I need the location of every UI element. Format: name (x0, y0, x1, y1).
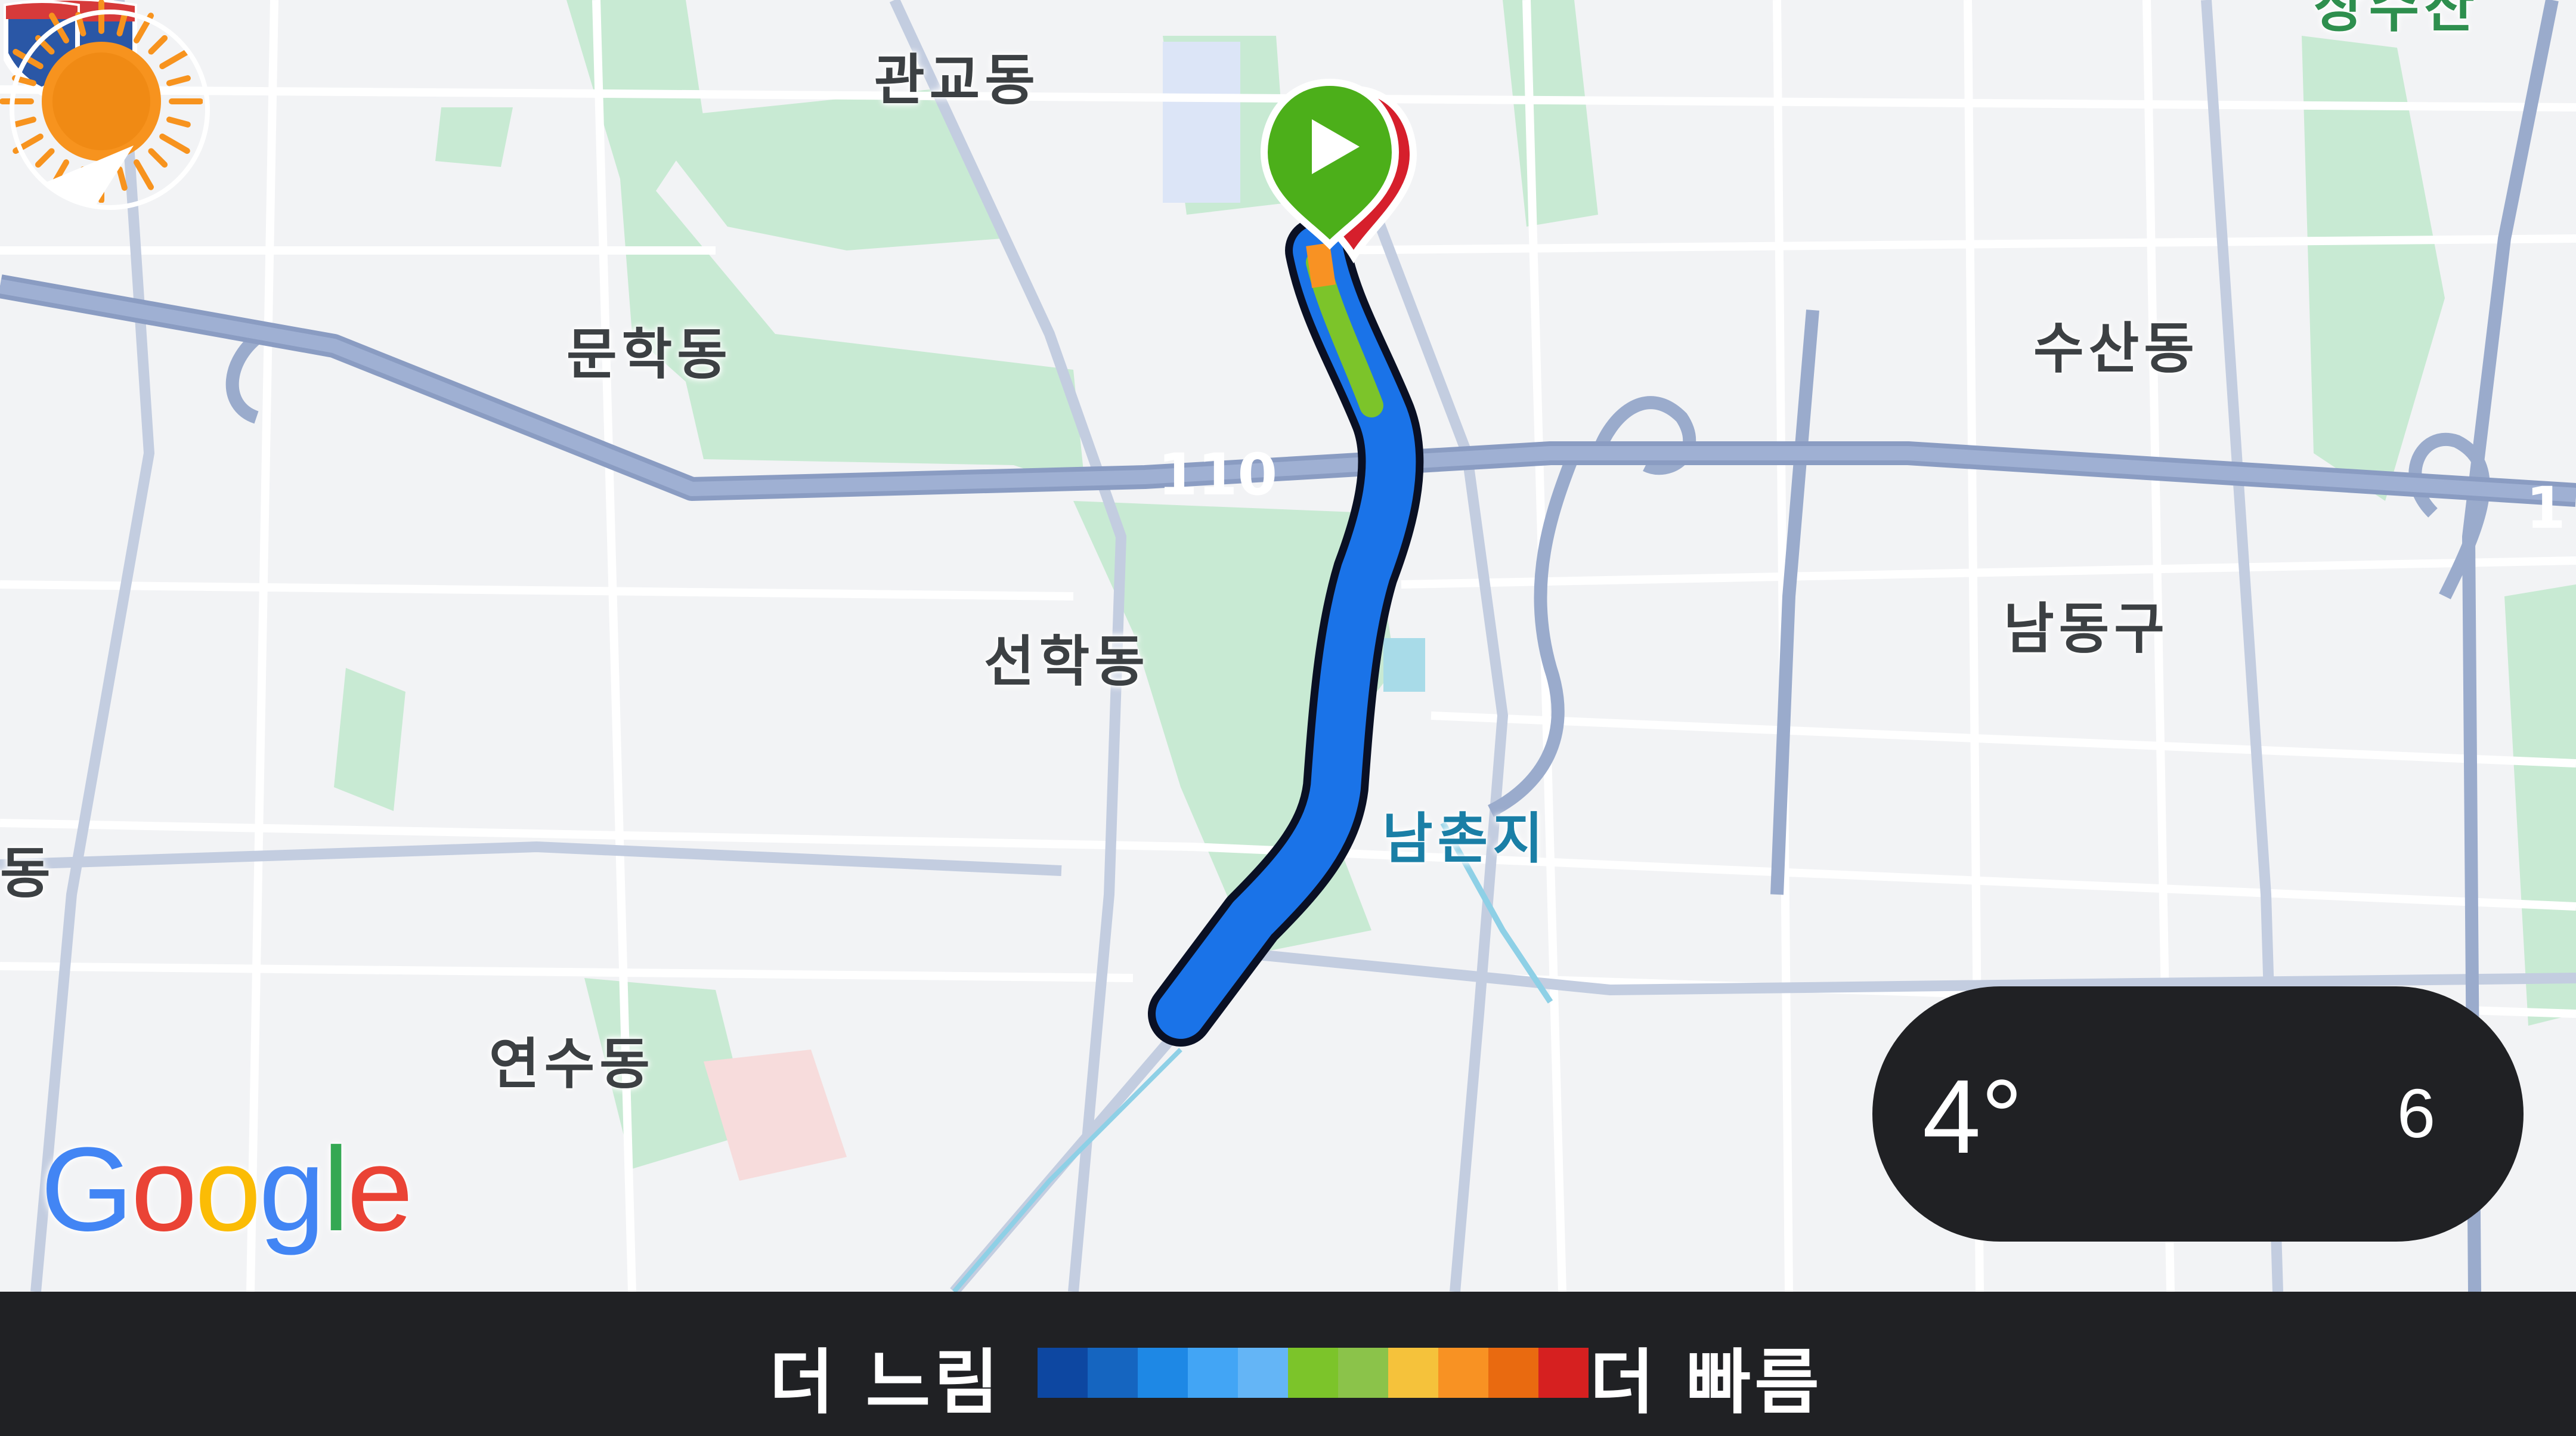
place-label-susan: 수산동 (2033, 317, 2199, 380)
legend-swatch (1038, 1348, 1088, 1398)
google-logo: Google (41, 1121, 413, 1258)
temperature: 4° (1922, 1059, 2023, 1175)
place-label-top-right: 상수산 (2314, 0, 2479, 39)
google-logo-letter: o (194, 1123, 261, 1256)
google-logo-letter: e (346, 1123, 413, 1256)
place-label-yeonsu: 연수동 (489, 1032, 655, 1096)
legend-swatch (1488, 1348, 1538, 1398)
place-label-namchonji: 남촌지 (1382, 807, 1548, 871)
google-logo-letter: l (323, 1123, 349, 1256)
pond (1383, 638, 1425, 692)
map-view[interactable]: 관교동 문학동 수산동 선학동 남동구 남촌지 연수동 동 상수산 110 1 … (0, 0, 2576, 1292)
legend-slower-label: 더 느림 (769, 1341, 1002, 1423)
highway-shield-label-partial: 1 (2526, 475, 2566, 541)
aqi-value: 6 (2397, 1075, 2436, 1152)
google-logo-letter: G (41, 1123, 134, 1256)
highway-shield-label: 110 (1157, 441, 1278, 508)
route-fast-segment (1306, 243, 1336, 288)
place-label-munhak: 문학동 (566, 323, 732, 386)
place-label-namdong: 남동구 (2004, 597, 2169, 661)
place-label-edge: 동 (0, 841, 55, 905)
legend-faster-label: 더 빠름 (1590, 1341, 1823, 1423)
legend-swatch (1388, 1348, 1438, 1398)
aqi-dial-icon (10, 10, 210, 210)
place-label-seonhak: 선학동 (984, 630, 1150, 694)
google-logo-letter: g (259, 1123, 325, 1256)
place-label-gwangyo: 관교동 (874, 48, 1040, 112)
legend-swatch (1288, 1348, 1338, 1398)
building-area (1163, 42, 1240, 203)
google-logo-letter: o (131, 1123, 197, 1256)
legend-swatch (1188, 1348, 1238, 1398)
legend-color-scale (1038, 1348, 1589, 1398)
legend-swatch (1438, 1348, 1488, 1398)
legend-swatch (1538, 1348, 1589, 1398)
legend-swatch (1338, 1348, 1388, 1398)
legend-swatch (1238, 1348, 1288, 1398)
legend-swatch (1138, 1348, 1188, 1398)
legend-swatch (1088, 1348, 1138, 1398)
